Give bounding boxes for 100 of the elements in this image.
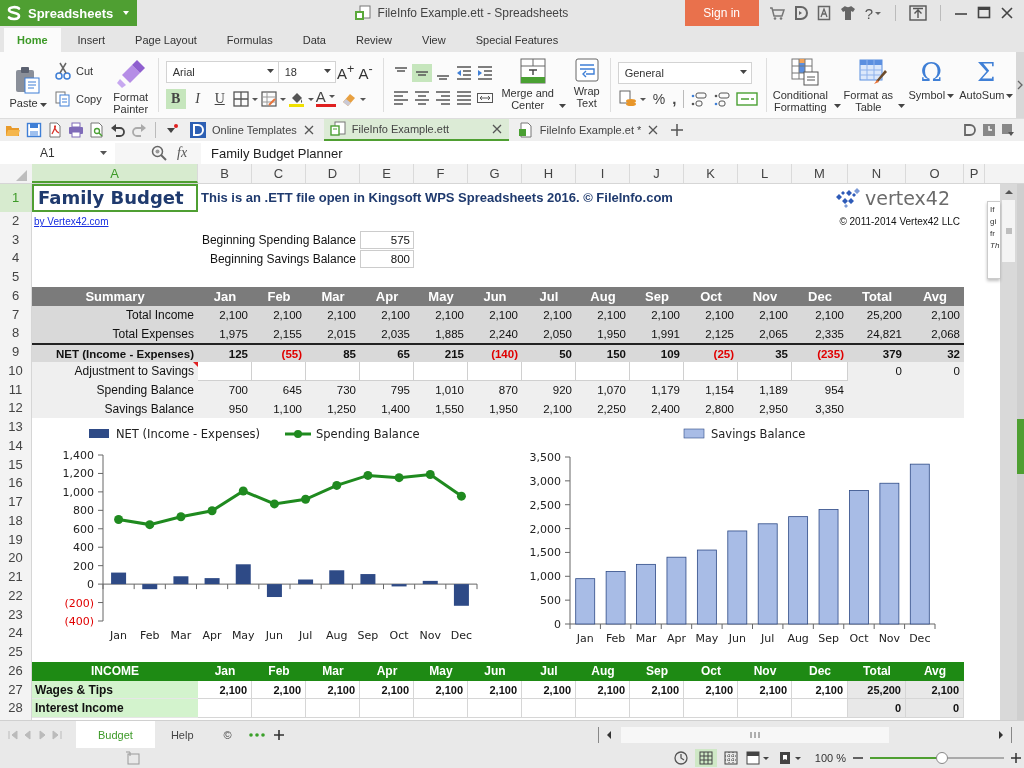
row-header[interactable]: 12: [0, 399, 31, 419]
font-dropdown[interactable]: Arial: [165, 60, 279, 83]
column-header[interactable]: F: [414, 163, 468, 183]
format-button[interactable]: B: [165, 88, 186, 109]
column-header[interactable]: J: [630, 163, 684, 183]
input-cell[interactable]: [306, 699, 360, 719]
skin-icon[interactable]: [963, 122, 977, 137]
maximize-icon[interactable]: [977, 5, 991, 21]
increase-font-button[interactable]: A$^{+}$: [335, 61, 356, 82]
copy-button[interactable]: Copy: [54, 89, 102, 108]
menu-tab[interactable]: Insert: [64, 27, 119, 52]
row-header[interactable]: 27: [0, 680, 31, 700]
input-cell[interactable]: [738, 699, 792, 719]
row-header[interactable]: 24: [0, 624, 31, 644]
window-upload-icon[interactable]: [909, 5, 927, 21]
decrease-decimal-icon[interactable]: [712, 89, 733, 108]
document-tab[interactable]: FileInfo Example.ett: [323, 118, 509, 141]
column-header[interactable]: L: [738, 163, 792, 183]
cut-button[interactable]: Cut: [54, 61, 102, 80]
menu-tab[interactable]: Formulas: [213, 27, 286, 52]
conditional-formatting-button[interactable]: Conditional Formatting: [769, 51, 842, 118]
row-header[interactable]: 28: [0, 699, 31, 719]
vertical-scrollbar[interactable]: [1000, 183, 1017, 721]
convert-icon[interactable]: [735, 89, 760, 108]
column-header[interactable]: K: [684, 163, 738, 183]
website-link[interactable]: by Vertex42.com: [34, 216, 109, 228]
row-header[interactable]: 6: [0, 286, 31, 306]
row-header[interactable]: 4: [0, 249, 31, 269]
cart-icon[interactable]: [768, 5, 785, 21]
close-icon[interactable]: [490, 122, 503, 135]
symbol-button[interactable]: Ω Symbol: [905, 51, 958, 118]
column-header[interactable]: M: [792, 163, 848, 183]
document-tab[interactable]: Online Templates: [184, 118, 321, 141]
save-icon[interactable]: [26, 121, 42, 138]
comma-style-button[interactable]: ,: [670, 90, 679, 108]
row-header[interactable]: 5: [0, 268, 31, 287]
input-cell[interactable]: [468, 699, 522, 719]
row-header[interactable]: 22: [0, 586, 31, 606]
merge-and-center-button[interactable]: Merge and Center: [499, 51, 566, 118]
row-header[interactable]: 16: [0, 474, 31, 494]
sheet-tab[interactable]: Help: [156, 721, 208, 749]
input-cell[interactable]: [522, 699, 576, 719]
input-cell[interactable]: [360, 699, 414, 719]
format-painter-button[interactable]: Format Painter: [105, 54, 156, 116]
input-cell[interactable]: [414, 699, 468, 719]
menu-tab[interactable]: Special Features: [462, 27, 572, 52]
cell-style-icon[interactable]: [259, 89, 288, 108]
help-button[interactable]: ?: [864, 4, 873, 22]
reading-layout-icon[interactable]: [744, 750, 771, 767]
column-header[interactable]: O: [906, 163, 964, 183]
add-tab-icon[interactable]: [669, 121, 686, 138]
column-header[interactable]: P: [964, 163, 985, 183]
name-box[interactable]: A1: [0, 142, 115, 164]
balance-input[interactable]: 800: [360, 249, 414, 268]
row-header[interactable]: 14: [0, 436, 31, 456]
caret-icon[interactable]: [117, 0, 138, 26]
zoom-icon[interactable]: [151, 145, 167, 162]
function-button[interactable]: fx: [177, 145, 188, 162]
format-button[interactable]: I: [187, 88, 208, 109]
formula-field[interactable]: Family Budget Planner: [201, 142, 1024, 164]
sheet-tab[interactable]: Budget: [76, 721, 155, 749]
row-header[interactable]: 18: [0, 511, 31, 531]
paste-button[interactable]: Paste: [6, 60, 50, 110]
row-header[interactable]: 21: [0, 568, 31, 587]
format-as-table-button[interactable]: Format as Table: [841, 51, 906, 118]
row-header[interactable]: 20: [0, 549, 31, 569]
font-color-button[interactable]: A: [315, 90, 336, 108]
normal-view-icon[interactable]: [694, 749, 717, 768]
menu-tab[interactable]: Page Layout: [122, 27, 210, 52]
input-cell[interactable]: [198, 699, 252, 719]
currency-icon[interactable]: [617, 89, 648, 108]
input-cell[interactable]: [630, 699, 684, 719]
document-icon[interactable]: [816, 5, 831, 21]
wrap-text-button[interactable]: Wrap Text: [565, 51, 608, 118]
panel-menu-icon[interactable]: [1001, 122, 1015, 137]
row-header[interactable]: 8: [0, 324, 31, 344]
input-cell[interactable]: [684, 699, 738, 719]
shirt-icon[interactable]: [839, 5, 856, 21]
row-header[interactable]: 13: [0, 418, 31, 437]
row-header[interactable]: 3: [0, 230, 31, 250]
close-icon[interactable]: [647, 123, 660, 136]
sheet-tab[interactable]: ©: [209, 721, 246, 749]
menu-tab[interactable]: View: [409, 27, 459, 52]
percent-button[interactable]: %: [650, 90, 668, 107]
column-header[interactable]: D: [306, 163, 360, 183]
menu-tab[interactable]: Data: [289, 27, 339, 52]
row-header[interactable]: 25: [0, 643, 31, 662]
autosum-button[interactable]: Σ AutoSum: [957, 51, 1016, 118]
row-header[interactable]: 26: [0, 661, 31, 681]
page-break-view-icon[interactable]: [722, 750, 739, 767]
increase-decimal-icon[interactable]: [689, 89, 710, 108]
scroll-left-icon[interactable]: [605, 729, 613, 740]
align-icon[interactable]: [411, 63, 432, 82]
print-preview-icon[interactable]: [89, 121, 105, 138]
menu-tab[interactable]: Review: [342, 27, 406, 52]
row-header[interactable]: 19: [0, 530, 31, 550]
close-icon[interactable]: [302, 123, 315, 136]
print-icon[interactable]: [68, 121, 84, 138]
row-header[interactable]: 9: [0, 343, 31, 362]
row-header[interactable]: 15: [0, 455, 31, 475]
